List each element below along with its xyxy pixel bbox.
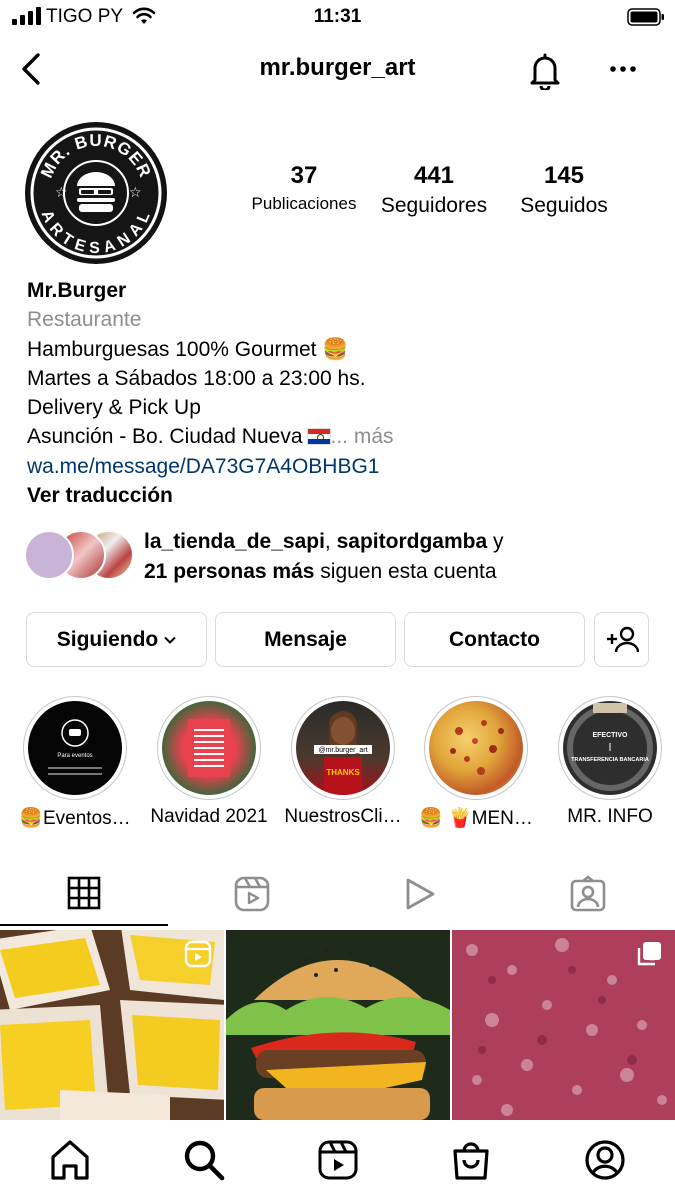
tagged-icon <box>570 875 606 912</box>
tab-reels[interactable] <box>168 862 336 926</box>
followers-label: Seguidores <box>380 194 488 217</box>
carousel-badge-icon <box>637 942 661 966</box>
tab-grid[interactable] <box>0 862 168 926</box>
profile-bio: Mr.Burger Restaurante Hamburguesas 100% … <box>27 276 647 510</box>
mutual-avatar <box>24 530 74 580</box>
post-thumbnail[interactable] <box>226 930 450 1120</box>
search-icon[interactable] <box>182 1138 226 1182</box>
tab-videos[interactable] <box>336 862 504 926</box>
bio-link[interactable]: wa.me/message/DA73G7A4OBHBG1 <box>27 452 647 481</box>
see-translation-button[interactable]: Ver traducción <box>27 481 647 510</box>
highlight-label: MR. INFO <box>567 806 653 827</box>
bio-line: Asunción - Bo. Ciudad Nueva <box>27 425 303 449</box>
svg-text:EFECTIVO: EFECTIVO <box>592 732 628 739</box>
following-button-label: Siguiendo <box>56 627 159 651</box>
reels-nav-icon[interactable] <box>316 1138 360 1182</box>
reels-icon <box>234 876 270 912</box>
following-button[interactable]: Siguiendo <box>26 612 207 667</box>
mutual-separator: , <box>324 530 331 553</box>
bio-line-location: Asunción - Bo. Ciudad Nueva ... más <box>27 422 647 451</box>
highlight-cover: @mr.burger_art THANKS <box>296 701 390 795</box>
svg-text:@mr.burger_art: @mr.burger_art <box>318 747 367 754</box>
grid-icon <box>67 876 101 910</box>
paraguay-flag-icon <box>306 428 331 446</box>
notification-bell-icon[interactable] <box>526 50 564 90</box>
svg-text:☆: ☆ <box>129 184 142 200</box>
mutual-suffix: siguen esta cuenta <box>314 559 497 583</box>
profile-header: mr.burger_art <box>0 44 675 96</box>
followers-stat[interactable]: 441 Seguidores <box>372 162 496 218</box>
story-highlight[interactable]: Para eventos 🍔Eventos… <box>19 696 131 829</box>
story-highlight[interactable]: @mr.burger_art THANKS NuestrosCli… <box>284 696 402 827</box>
following-count: 145 <box>543 162 585 189</box>
post-thumbnail[interactable] <box>452 930 675 1120</box>
posts-count: 37 <box>290 162 318 189</box>
posts-stat[interactable]: 37 Publicaciones <box>238 162 370 214</box>
highlight-label: NuestrosCli… <box>284 806 402 827</box>
mutual-and: y <box>487 530 504 553</box>
contact-button[interactable]: Contacto <box>404 612 585 667</box>
status-bar: TIGO PY 11:31 <box>0 0 675 36</box>
svg-text:Para eventos: Para eventos <box>57 753 92 759</box>
following-label: Seguidos <box>520 194 608 217</box>
highlight-label: 🍔 🍟MEN… <box>419 808 533 829</box>
highlight-cover <box>162 701 256 795</box>
svg-text:☆: ☆ <box>55 184 68 200</box>
highlight-cover <box>429 701 523 795</box>
shop-icon[interactable] <box>449 1138 493 1182</box>
profile-avatar[interactable]: MR. BURGER ARTESANAL ☆ ☆ <box>25 122 167 264</box>
profile-icon[interactable] <box>583 1138 627 1182</box>
highlight-label: 🍔Eventos… <box>19 808 131 829</box>
post-thumbnail[interactable] <box>0 930 224 1120</box>
svg-text:THANKS: THANKS <box>326 768 360 777</box>
videos-icon <box>406 878 435 910</box>
highlight-cover: Para eventos <box>28 701 122 795</box>
add-user-icon <box>606 626 639 652</box>
bio-line: Hamburguesas 100% Gourmet 🍔 <box>27 337 349 361</box>
story-highlight[interactable]: Navidad 2021 <box>150 696 268 827</box>
profile-tabs <box>0 862 675 926</box>
bio-more-link[interactable]: ... más <box>331 425 394 448</box>
mutual-user: la_tienda_de_sapi <box>144 530 325 553</box>
mutual-count: 21 personas más <box>144 559 315 583</box>
mutual-followers[interactable]: la_tienda_de_sapi, sapitordgamba y 21 pe… <box>0 526 675 586</box>
story-highlight[interactable]: 🍔 🍟MEN… <box>419 696 533 829</box>
status-time: 11:31 <box>313 6 362 27</box>
svg-text:TRANSFERENCIA BANCARIA: TRANSFERENCIA BANCARIA <box>571 757 649 763</box>
followers-count: 441 <box>413 162 455 189</box>
bio-line: Martes a Sábados 18:00 a 23:00 hs. <box>27 366 366 390</box>
highlight-cover: EFECTIVO TRANSFERENCIA BANCARIA <box>563 701 657 795</box>
profile-name: Mr.Burger <box>27 279 127 302</box>
battery-icon <box>627 8 664 26</box>
story-highlight[interactable]: EFECTIVO TRANSFERENCIA BANCARIA MR. INFO <box>558 696 662 827</box>
tab-tagged[interactable] <box>504 862 672 926</box>
header-username: mr.burger_art <box>259 54 416 81</box>
home-icon[interactable] <box>48 1138 92 1182</box>
mutual-followers-text: la_tienda_de_sapi, sapitordgamba y 21 pe… <box>144 527 664 586</box>
posts-grid <box>0 930 675 1120</box>
bottom-navigation <box>0 1120 675 1200</box>
highlight-label: Navidad 2021 <box>150 806 268 827</box>
reel-badge-icon <box>184 940 212 968</box>
bio-line: Delivery & Pick Up <box>27 396 201 420</box>
message-button[interactable]: Mensaje <box>215 612 396 667</box>
posts-label: Publicaciones <box>251 194 357 213</box>
profile-category: Restaurante <box>27 308 142 332</box>
following-stat[interactable]: 145 Seguidos <box>502 162 626 218</box>
mr-burger-logo: MR. BURGER ARTESANAL ☆ ☆ <box>28 125 164 261</box>
more-options-icon[interactable] <box>608 54 638 84</box>
mutual-user: sapitordgamba <box>336 530 488 553</box>
add-user-button[interactable] <box>594 612 649 667</box>
chevron-down-icon <box>164 636 176 644</box>
